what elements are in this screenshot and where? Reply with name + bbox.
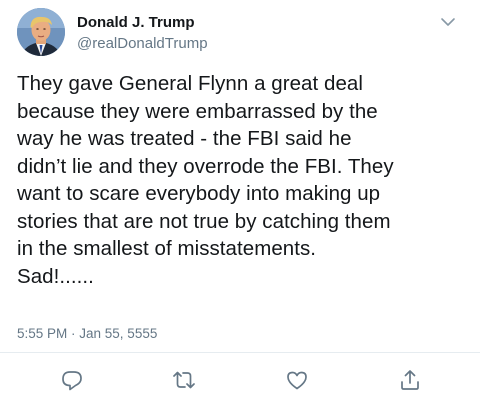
profile-photo [17,8,65,56]
share-icon [401,370,419,390]
retweet-icon [173,371,195,389]
action-bar [0,368,480,396]
reply-button[interactable] [60,368,84,392]
retweet-button[interactable] [172,368,196,392]
divider [0,352,480,353]
display-name[interactable]: Donald J. Trump [77,14,195,32]
heart-icon [287,371,307,390]
share-button[interactable] [398,368,422,392]
tweet-timestamp[interactable]: 5:55 PM · Jan 55, 5555 [17,325,157,343]
tweet-text: They gave General Flynn a great deal bec… [17,72,394,288]
tweet-card: Donald J. Trump @realDonaldTrump They ga… [0,0,480,410]
user-handle[interactable]: @realDonaldTrump [77,35,208,53]
like-button[interactable] [285,368,309,392]
reply-icon [62,371,82,391]
avatar[interactable] [17,8,65,56]
chevron-down-icon[interactable] [438,14,458,30]
